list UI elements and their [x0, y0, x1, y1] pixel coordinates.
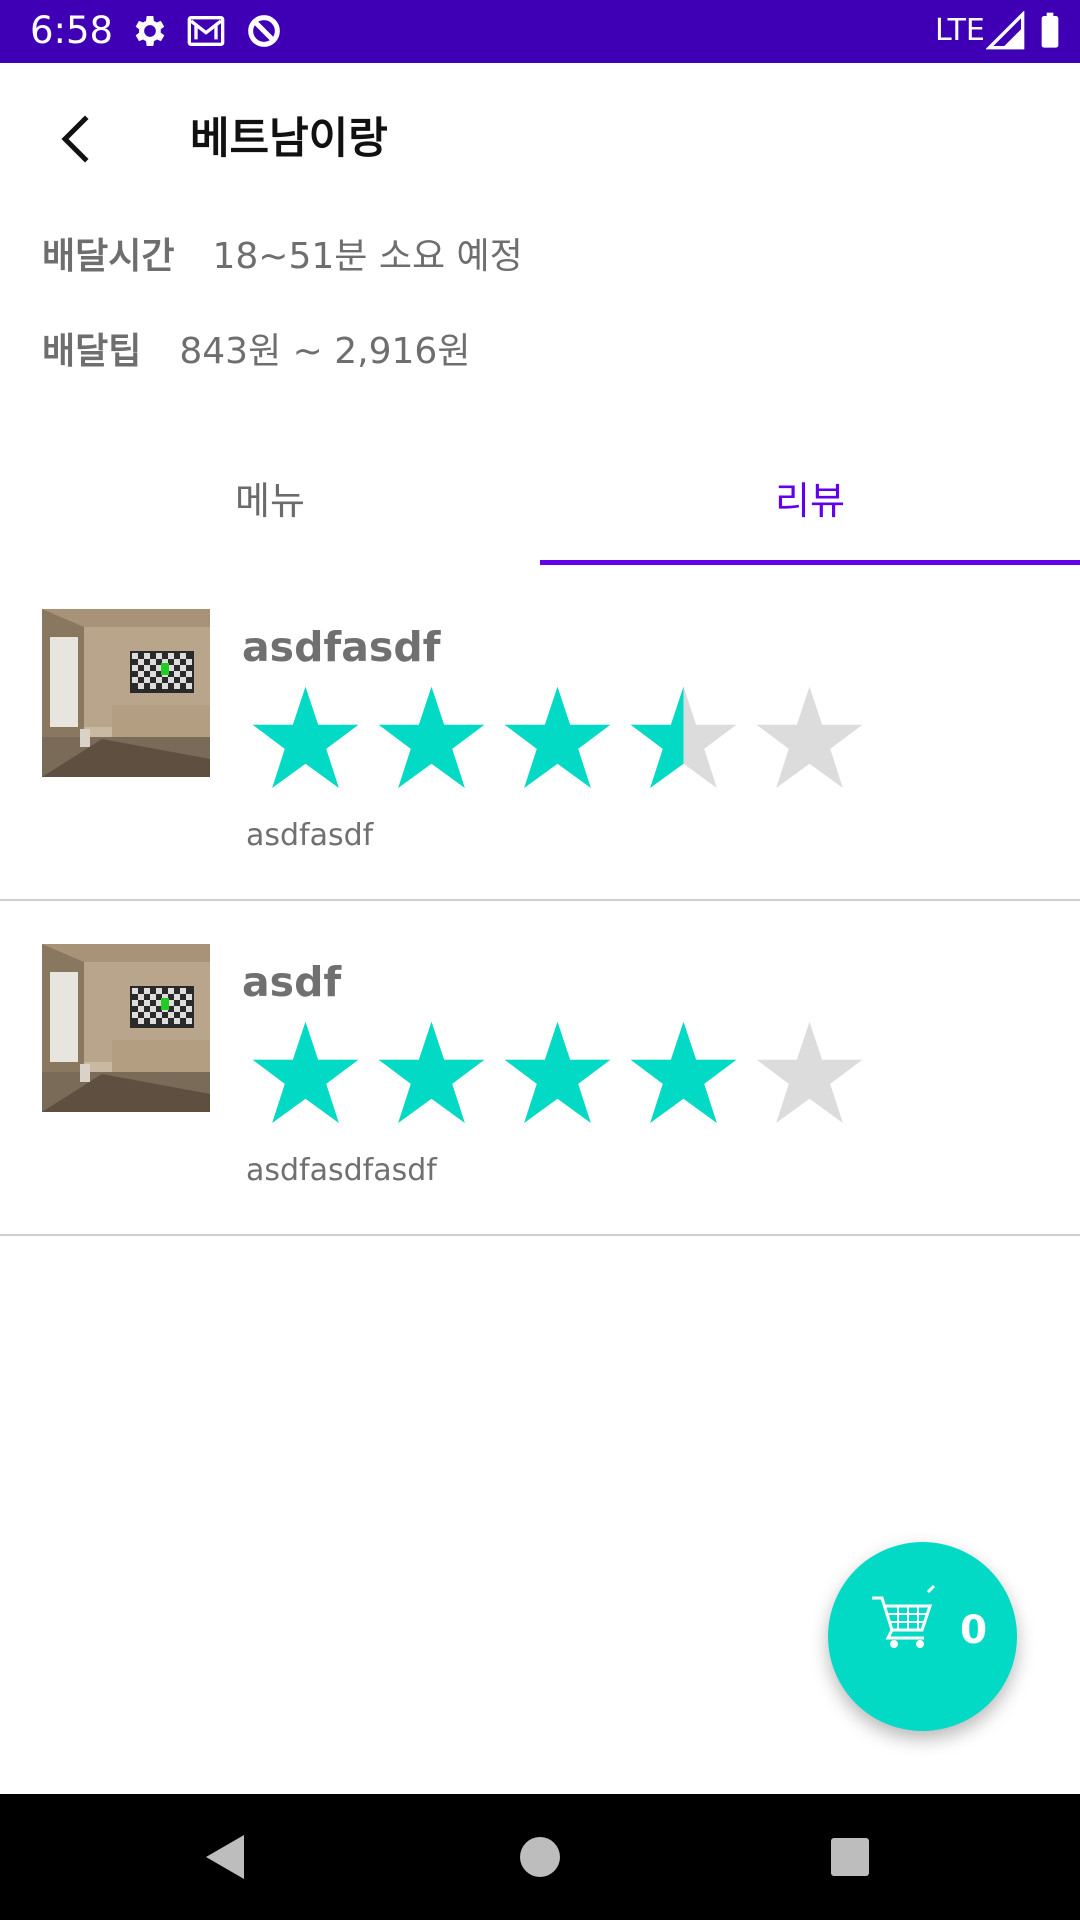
star-icon: [630, 1021, 737, 1123]
back-triangle-icon: [206, 1835, 244, 1879]
data-saver-icon: [244, 11, 284, 51]
nav-recents-button[interactable]: [820, 1827, 880, 1887]
delivery-time-label: 배달시간: [42, 236, 175, 277]
signal-icon: [985, 10, 1026, 51]
star-icon: [504, 686, 611, 788]
reviewer-name: asdf: [242, 958, 342, 1006]
star-icon: [756, 1021, 863, 1123]
nav-home-button[interactable]: [510, 1827, 570, 1887]
reviewer-name: asdfasdf: [242, 623, 441, 671]
back-button[interactable]: [40, 103, 112, 175]
back-arrow-icon: [61, 115, 89, 163]
delivery-tip-row: 배달팁 843원 ~ 2,916원: [42, 329, 470, 375]
tab-menu[interactable]: 메뉴: [0, 440, 540, 562]
gear-icon: [130, 11, 170, 51]
review-thumbnail: [42, 944, 210, 1112]
delivery-tip-value: 843원 ~ 2,916원: [179, 331, 471, 372]
nav-back-button[interactable]: [196, 1827, 256, 1887]
tab-review[interactable]: 리뷰: [540, 440, 1080, 562]
page-title: 베트남이랑: [190, 114, 388, 164]
review-thumbnail: [42, 609, 210, 777]
cart-fab-button[interactable]: 0: [828, 1542, 1017, 1731]
star-icon: [756, 686, 863, 788]
rating-bar: [248, 681, 888, 796]
delivery-time-row: 배달시간 18~51분 소요 예정: [42, 234, 523, 280]
tab-bar: 메뉴 리뷰: [0, 440, 1080, 566]
delivery-time-value: 18~51분 소요 예정: [212, 236, 523, 277]
review-item[interactable]: asdf asdfasdfasdf: [0, 901, 1080, 1236]
cart-count: 0: [960, 1608, 988, 1653]
delivery-tip-label: 배달팁: [42, 331, 142, 372]
star-icon: [504, 1021, 611, 1123]
review-comment: asdfasdfasdf: [246, 1153, 437, 1188]
status-time: 6:58: [30, 9, 114, 52]
cart-icon: [868, 1584, 938, 1654]
tab-indicator: [540, 560, 1080, 565]
star-icon: [378, 1021, 485, 1123]
review-comment: asdfasdf: [246, 818, 374, 853]
battery-icon: [1030, 11, 1070, 51]
home-circle-icon: [520, 1837, 560, 1877]
rating-bar: [248, 1016, 888, 1131]
review-item[interactable]: asdfasdf asdfasdf: [0, 566, 1080, 901]
star-icon: [252, 686, 359, 788]
navigation-bar: [0, 1794, 1080, 1920]
recents-square-icon: [831, 1838, 869, 1876]
star-icon: [378, 686, 485, 788]
app-bar: 베트남이랑: [0, 63, 1080, 210]
status-bar: 6:58 LTE: [0, 0, 1080, 63]
star-icon: [630, 686, 737, 788]
network-type: LTE: [935, 13, 985, 48]
gmail-icon: [186, 11, 226, 51]
star-icon: [252, 1021, 359, 1123]
